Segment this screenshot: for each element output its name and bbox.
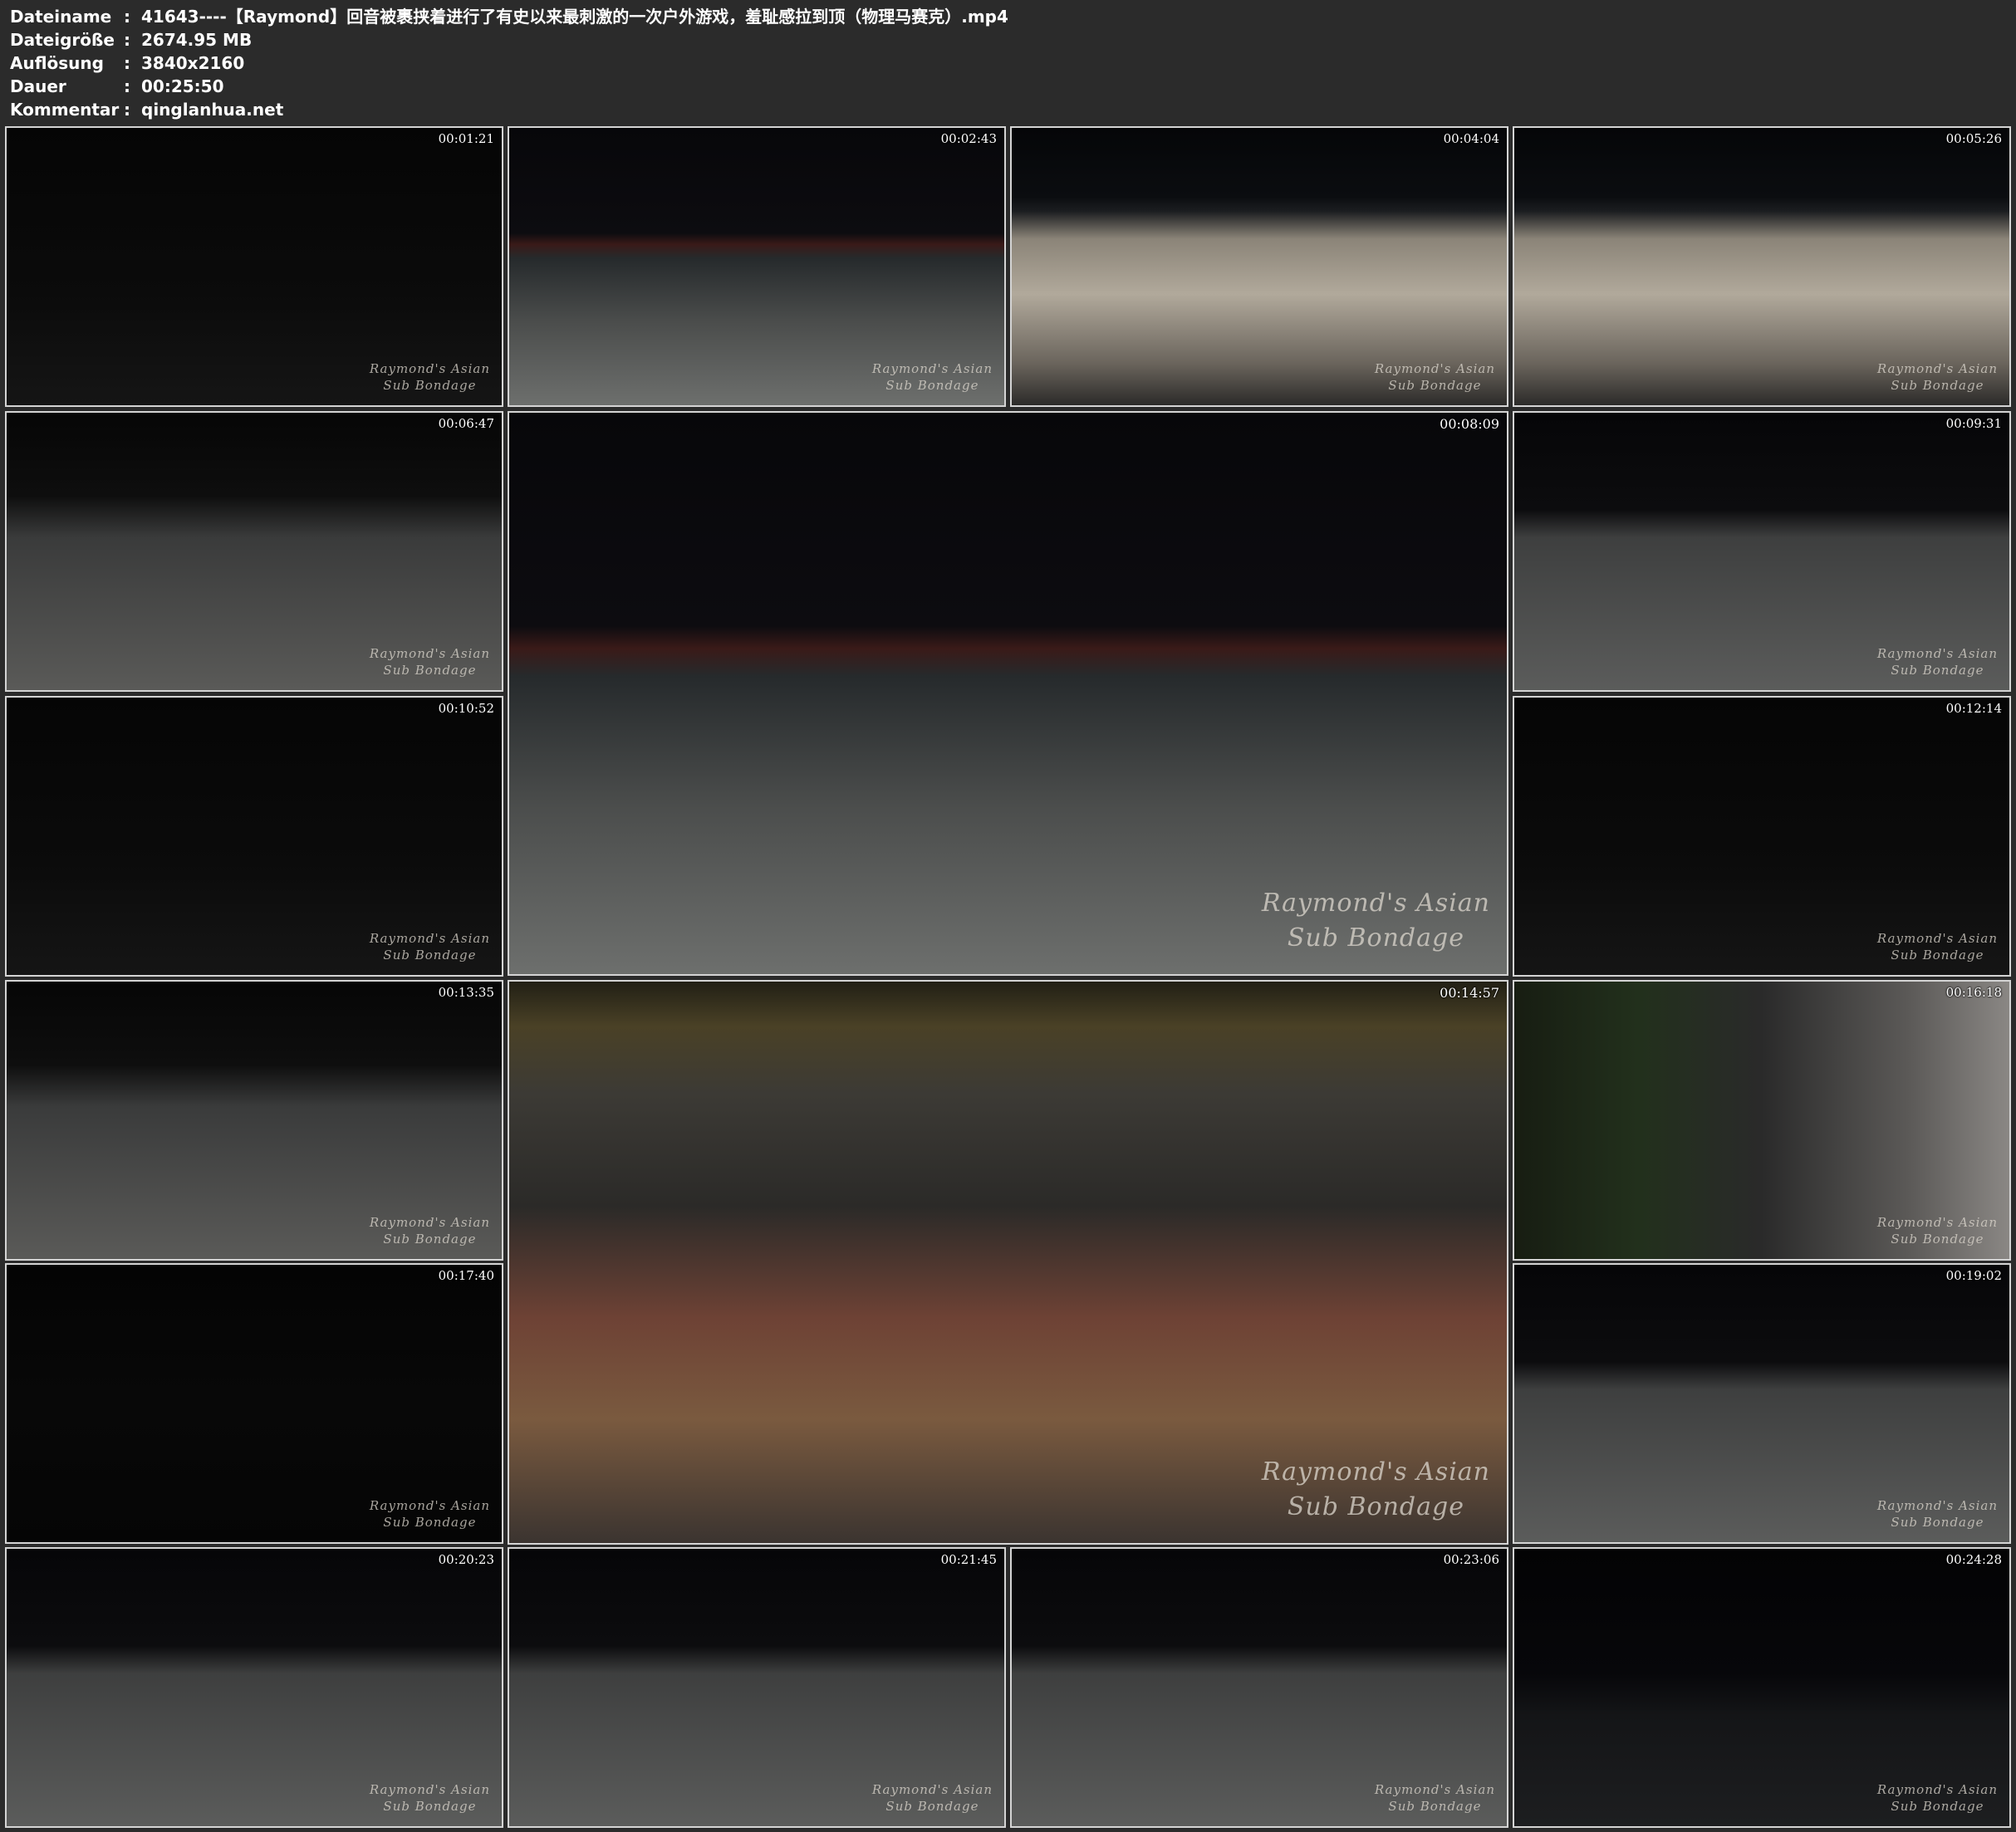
thumbnail-timestamp: 00:06:47 [438,416,494,431]
watermark-line-2: Sub Bondage [383,1799,477,1814]
watermark-line-1: Raymond's Asian [1876,1215,1998,1230]
thumbnail-timestamp: 00:05:26 [1945,131,2002,146]
thumbnail-frame: 00:16:18 Raymond's Asian Sub Bondage [1513,980,2011,1261]
watermark-line-2: Sub Bondage [1388,1799,1482,1814]
watermark-line-1: Raymond's Asian [1876,1498,1998,1513]
thumbnail-frame: 00:14:57 Raymond's Asian Sub Bondage [508,980,1508,1545]
thumbnail-frame: 00:21:45 Raymond's Asian Sub Bondage [508,1547,1006,1828]
thumbnail-timestamp: 00:14:57 [1440,985,1499,1001]
watermark-line-1: Raymond's Asian [871,1782,993,1797]
thumbnail-timestamp: 00:13:35 [438,985,494,1000]
watermark-line-2: Sub Bondage [383,378,477,393]
watermark-line-2: Sub Bondage [885,1799,979,1814]
thumbnail-frame: 00:10:52 Raymond's Asian Sub Bondage [5,696,503,977]
thumbnail-timestamp: 00:19:02 [1945,1268,2002,1283]
watermark-line-1: Raymond's Asian [369,1782,490,1797]
thumbnail-timestamp: 00:21:45 [940,1552,997,1567]
thumbnail-watermark: Raymond's Asian Sub Bondage [370,1497,490,1531]
watermark-line-1: Raymond's Asian [369,1498,490,1513]
watermark-line-1: Raymond's Asian [1374,361,1495,376]
thumbnail-frame: 00:23:06 Raymond's Asian Sub Bondage [1010,1547,1508,1828]
thumbnail-watermark: Raymond's Asian Sub Bondage [370,1781,490,1815]
watermark-line-2: Sub Bondage [1891,1232,1984,1247]
watermark-line-2: Sub Bondage [383,663,477,678]
watermark-line-2: Sub Bondage [1891,1799,1984,1814]
thumbnail-frame: 00:06:47 Raymond's Asian Sub Bondage [5,411,503,692]
thumbnail-timestamp: 00:20:23 [438,1552,494,1567]
thumbnail-timestamp: 00:12:14 [1945,701,2002,716]
watermark-line-1: Raymond's Asian [871,361,993,376]
thumbnail-frame: 00:09:31 Raymond's Asian Sub Bondage [1513,411,2011,692]
thumbnail-timestamp: 00:08:09 [1440,416,1499,432]
thumbnail-watermark: Raymond's Asian Sub Bondage [370,1214,490,1247]
watermark-line-1: Raymond's Asian [1876,931,1998,946]
thumbnail-timestamp: 00:01:21 [438,131,494,146]
watermark-line-2: Sub Bondage [383,1232,477,1247]
thumbnail-frame: 00:19:02 Raymond's Asian Sub Bondage [1513,1263,2011,1544]
thumbnail-watermark: Raymond's Asian Sub Bondage [1262,1455,1490,1525]
thumbnail-watermark: Raymond's Asian Sub Bondage [1262,886,1490,956]
thumbnail-watermark: Raymond's Asian Sub Bondage [370,645,490,678]
watermark-line-2: Sub Bondage [1287,1492,1464,1521]
thumbnail-frame: 00:13:35 Raymond's Asian Sub Bondage [5,980,503,1261]
thumbnail-watermark: Raymond's Asian Sub Bondage [1877,360,1998,394]
watermark-line-2: Sub Bondage [383,1515,477,1530]
thumbnail-frame: 00:24:28 Raymond's Asian Sub Bondage [1513,1547,2011,1828]
watermark-line-1: Raymond's Asian [1374,1782,1495,1797]
thumbnail-frame: 00:01:21 Raymond's Asian Sub Bondage [5,126,503,407]
watermark-line-1: Raymond's Asian [1876,646,1998,661]
watermark-line-2: Sub Bondage [1891,663,1984,678]
thumbnail-timestamp: 00:10:52 [438,701,494,716]
thumbnail-timestamp: 00:16:18 [1945,985,2002,1000]
watermark-line-1: Raymond's Asian [369,361,490,376]
watermark-line-1: Raymond's Asian [369,931,490,946]
thumbnail-watermark: Raymond's Asian Sub Bondage [1877,1214,1998,1247]
thumbnail-frame: 00:12:14 Raymond's Asian Sub Bondage [1513,696,2011,977]
thumbnail-frame: 00:08:09 Raymond's Asian Sub Bondage [508,411,1508,976]
thumbnail-watermark: Raymond's Asian Sub Bondage [1877,930,1998,963]
watermark-line-1: Raymond's Asian [1876,361,1998,376]
thumbnail-timestamp: 00:04:04 [1443,131,1499,146]
watermark-line-1: Raymond's Asian [369,646,490,661]
watermark-line-2: Sub Bondage [1388,378,1482,393]
watermark-line-2: Sub Bondage [1891,948,1984,963]
watermark-line-1: Raymond's Asian [369,1215,490,1230]
thumbnail-watermark: Raymond's Asian Sub Bondage [1877,1497,1998,1531]
thumbnail-frame: 00:05:26 Raymond's Asian Sub Bondage [1513,126,2011,407]
thumbnail-watermark: Raymond's Asian Sub Bondage [1375,1781,1495,1815]
thumbnail-watermark: Raymond's Asian Sub Bondage [370,360,490,394]
watermark-line-2: Sub Bondage [1891,1515,1984,1530]
thumbnail-watermark: Raymond's Asian Sub Bondage [1877,645,1998,678]
thumbnail-frame: 00:20:23 Raymond's Asian Sub Bondage [5,1547,503,1828]
watermark-line-2: Sub Bondage [1287,923,1464,953]
thumbnail-watermark: Raymond's Asian Sub Bondage [1375,360,1495,394]
thumbnail-timestamp: 00:24:28 [1945,1552,2002,1567]
watermark-line-1: Raymond's Asian [1876,1782,1998,1797]
watermark-line-2: Sub Bondage [383,948,477,963]
thumbnail-timestamp: 00:23:06 [1443,1552,1499,1567]
thumbnail-timestamp: 00:09:31 [1945,416,2002,431]
thumbnail-watermark: Raymond's Asian Sub Bondage [872,360,993,394]
watermark-line-2: Sub Bondage [1891,378,1984,393]
thumbnail-watermark: Raymond's Asian Sub Bondage [1877,1781,1998,1815]
thumbnail-frame: 00:02:43 Raymond's Asian Sub Bondage [508,126,1006,407]
thumbnail-grid: 00:01:21 Raymond's Asian Sub Bondage 00:02:… [0,0,2016,1832]
thumbnail-timestamp: 00:17:40 [438,1268,494,1283]
thumbnail-frame: 00:17:40 Raymond's Asian Sub Bondage [5,1263,503,1544]
thumbnail-timestamp: 00:02:43 [940,131,997,146]
thumbnail-frame: 00:04:04 Raymond's Asian Sub Bondage [1010,126,1508,407]
watermark-line-2: Sub Bondage [885,378,979,393]
watermark-line-1: Raymond's Asian [1261,1457,1490,1487]
watermark-line-1: Raymond's Asian [1261,889,1490,918]
thumbnail-watermark: Raymond's Asian Sub Bondage [872,1781,993,1815]
thumbnail-watermark: Raymond's Asian Sub Bondage [370,930,490,963]
